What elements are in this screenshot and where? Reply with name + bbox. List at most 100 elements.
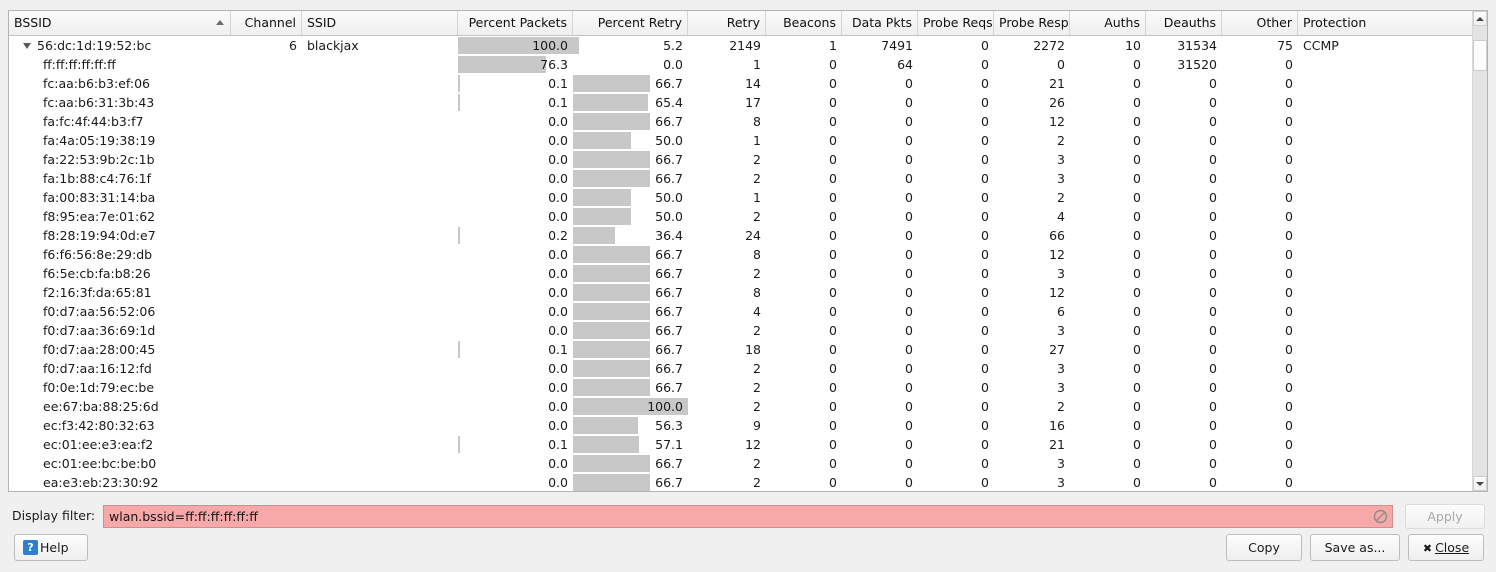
table-row[interactable]: f0:d7:aa:28:00:45 0.1 66.7 18 0 0 0 27 0 0 0 — [9, 340, 1472, 359]
cell-deauths: 0 — [1209, 133, 1217, 148]
cell-deauths: 0 — [1209, 437, 1217, 452]
cell-deauths: 0 — [1209, 342, 1217, 357]
table-row[interactable]: fc:aa:b6:b3:ef:06 0.1 66.7 14 0 0 0 21 0 0 0 — [9, 74, 1472, 93]
cell-text: fc:aa:b6:b3:ef:06 — [43, 76, 150, 91]
column-header-ssid[interactable]: SSID — [302, 11, 458, 35]
cell-deauths: 0 — [1209, 456, 1217, 471]
scrollbar-thumb[interactable] — [1473, 39, 1487, 71]
cell-auths: 0 — [1133, 475, 1141, 490]
cell-text: 0.0 — [548, 361, 568, 376]
cell-deauths: 0 — [1209, 152, 1217, 167]
cell-channel — [231, 188, 302, 207]
table-row[interactable]: fa:00:83:31:14:ba 0.0 50.0 1 0 0 0 2 0 0 0 — [9, 188, 1472, 207]
cell-ssid — [302, 473, 458, 491]
cell-bssid: f2:16:3f:da:65:81 — [9, 283, 231, 302]
table-row[interactable]: f0:d7:aa:16:12:fd 0.0 66.7 2 0 0 0 3 0 0 0 — [9, 359, 1472, 378]
table-row[interactable]: f0:d7:aa:36:69:1d 0.0 66.7 2 0 0 0 3 0 0 0 — [9, 321, 1472, 340]
cell-percent-retry: 50.0 — [573, 188, 688, 207]
table-row[interactable]: f0:d7:aa:56:52:06 0.0 66.7 4 0 0 0 6 0 0 0 — [9, 302, 1472, 321]
column-header-probe-reqs[interactable]: Probe Reqs — [918, 11, 994, 35]
column-header-retry[interactable]: Retry — [688, 11, 766, 35]
cell-probe-reqs: 0 — [981, 152, 989, 167]
column-header-data-pkts[interactable]: Data Pkts — [842, 11, 918, 35]
table-row[interactable]: fa:4a:05:19:38:19 0.0 50.0 1 0 0 0 2 0 0 0 — [9, 131, 1472, 150]
cell-channel — [231, 226, 302, 245]
cell-probe-reqs: 0 — [981, 38, 989, 53]
cell-deauths: 0 — [1209, 171, 1217, 186]
no-entry-icon[interactable] — [1373, 509, 1388, 524]
column-header-label: Beacons — [783, 15, 836, 30]
vertical-scrollbar[interactable] — [1472, 11, 1487, 491]
table-row[interactable]: f0:0e:1d:79:ec:be 0.0 66.7 2 0 0 0 3 0 0 0 — [9, 378, 1472, 397]
column-header-label: Data Pkts — [851, 15, 912, 30]
column-header-percent-retry[interactable]: Percent Retry — [573, 11, 688, 35]
table-row[interactable]: ec:f3:42:80:32:63 0.0 56.3 9 0 0 0 16 0 0 0 — [9, 416, 1472, 435]
table-row[interactable]: f2:16:3f:da:65:81 0.0 66.7 8 0 0 0 12 0 0 0 — [9, 283, 1472, 302]
cell-text: fa:00:83:31:14:ba — [43, 190, 156, 205]
column-header-percent-packets[interactable]: Percent Packets — [458, 11, 573, 35]
cell-data-pkts: 0 — [905, 475, 913, 490]
table-row[interactable]: ec:01:ee:e3:ea:f2 0.1 57.1 12 0 0 0 21 0 0 0 — [9, 435, 1472, 454]
display-filter-input[interactable] — [103, 505, 1393, 528]
column-header-deauths[interactable]: Deauths — [1146, 11, 1222, 35]
cell-text: fc:aa:b6:31:3b:43 — [43, 95, 155, 110]
table-row[interactable]: ec:01:ee:bc:be:b0 0.0 66.7 2 0 0 0 3 0 0 0 — [9, 454, 1472, 473]
apply-button[interactable]: Apply — [1405, 504, 1485, 529]
scroll-up-button[interactable] — [1473, 11, 1487, 26]
table-row[interactable]: 56:dc:1d:19:52:bc 6 blackjax 100.0 5.2 2149 1 7… — [9, 36, 1472, 55]
table-row[interactable]: fc:aa:b6:31:3b:43 0.1 65.4 17 0 0 0 26 0 0 0 — [9, 93, 1472, 112]
column-header-beacons[interactable]: Beacons — [766, 11, 842, 35]
cell-text: fa:1b:88:c4:76:1f — [43, 171, 151, 186]
cell-beacons: 0 — [829, 57, 837, 72]
close-button[interactable]: ✖ Close — [1408, 534, 1484, 561]
table-row[interactable]: f8:28:19:94:0d:e7 0.2 36.4 24 0 0 0 66 0 0 0 — [9, 226, 1472, 245]
sort-ascending-icon — [216, 20, 224, 25]
cell-bssid: f0:d7:aa:16:12:fd — [9, 359, 231, 378]
copy-button[interactable]: Copy — [1226, 534, 1302, 561]
cell-text: 66.7 — [655, 266, 683, 281]
cell-percent-packets: 0.0 — [458, 473, 573, 491]
cell-retry: 2 — [753, 171, 761, 186]
cell-protection — [1298, 359, 1472, 378]
cell-data-pkts: 0 — [905, 190, 913, 205]
cell-percent-retry: 66.7 — [573, 302, 688, 321]
table-row[interactable]: f6:5e:cb:fa:b8:26 0.0 66.7 2 0 0 0 3 0 0 0 — [9, 264, 1472, 283]
table-row[interactable]: f6:f6:56:8e:29:db 0.0 66.7 8 0 0 0 12 0 0 0 — [9, 245, 1472, 264]
cell-other: 0 — [1285, 399, 1293, 414]
cell-deauths: 0 — [1209, 266, 1217, 281]
cell-auths: 10 — [1125, 38, 1141, 53]
column-header-auths[interactable]: Auths — [1070, 11, 1146, 35]
column-header-label: BSSID — [14, 15, 52, 30]
cell-auths: 0 — [1133, 285, 1141, 300]
cell-text: 0.0 — [548, 418, 568, 433]
table-row[interactable]: ea:e3:eb:23:30:92 0.0 66.7 2 0 0 0 3 0 0 0 — [9, 473, 1472, 491]
tree-expander-icon[interactable] — [23, 42, 31, 49]
table-row[interactable]: fa:fc:4f:44:b3:f7 0.0 66.7 8 0 0 0 12 0 0 0 — [9, 112, 1472, 131]
cell-other: 0 — [1285, 190, 1293, 205]
cell-percent-packets: 100.0 — [458, 36, 573, 55]
scroll-down-button[interactable] — [1473, 476, 1487, 491]
cell-beacons: 1 — [829, 38, 837, 53]
table-row[interactable]: f8:95:ea:7e:01:62 0.0 50.0 2 0 0 0 4 0 0 0 — [9, 207, 1472, 226]
cell-channel — [231, 359, 302, 378]
column-header-bssid[interactable]: BSSID — [9, 11, 231, 35]
column-header-channel[interactable]: Channel — [231, 11, 302, 35]
column-header-probe-resp[interactable]: Probe Resp — [994, 11, 1070, 35]
cell-beacons: 0 — [829, 285, 837, 300]
table-row[interactable]: fa:1b:88:c4:76:1f 0.0 66.7 2 0 0 0 3 0 0 0 — [9, 169, 1472, 188]
table-row[interactable]: ee:67:ba:88:25:6d 0.0 100.0 2 0 0 0 2 0 0 0 — [9, 397, 1472, 416]
cell-retry: 2 — [753, 266, 761, 281]
column-header-other[interactable]: Other — [1222, 11, 1298, 35]
cell-text: f0:0e:1d:79:ec:be — [43, 380, 155, 395]
scrollbar-track[interactable] — [1473, 26, 1487, 476]
column-header-protection[interactable]: Protection — [1298, 11, 1472, 35]
cell-text: ff:ff:ff:ff:ff:ff — [43, 57, 116, 72]
cell-probe-reqs: 0 — [981, 133, 989, 148]
help-button[interactable]: ? Help — [14, 534, 88, 561]
save-as-button[interactable]: Save as... — [1310, 534, 1400, 561]
cell-probe-resp: 6 — [1057, 304, 1065, 319]
table-row[interactable]: fa:22:53:9b:2c:1b 0.0 66.7 2 0 0 0 3 0 0 0 — [9, 150, 1472, 169]
table-row[interactable]: ff:ff:ff:ff:ff:ff 76.3 0.0 1 0 64 0 0 0 31520 0 — [9, 55, 1472, 74]
cell-probe-reqs: 0 — [981, 171, 989, 186]
cell-bssid: fa:4a:05:19:38:19 — [9, 131, 231, 150]
